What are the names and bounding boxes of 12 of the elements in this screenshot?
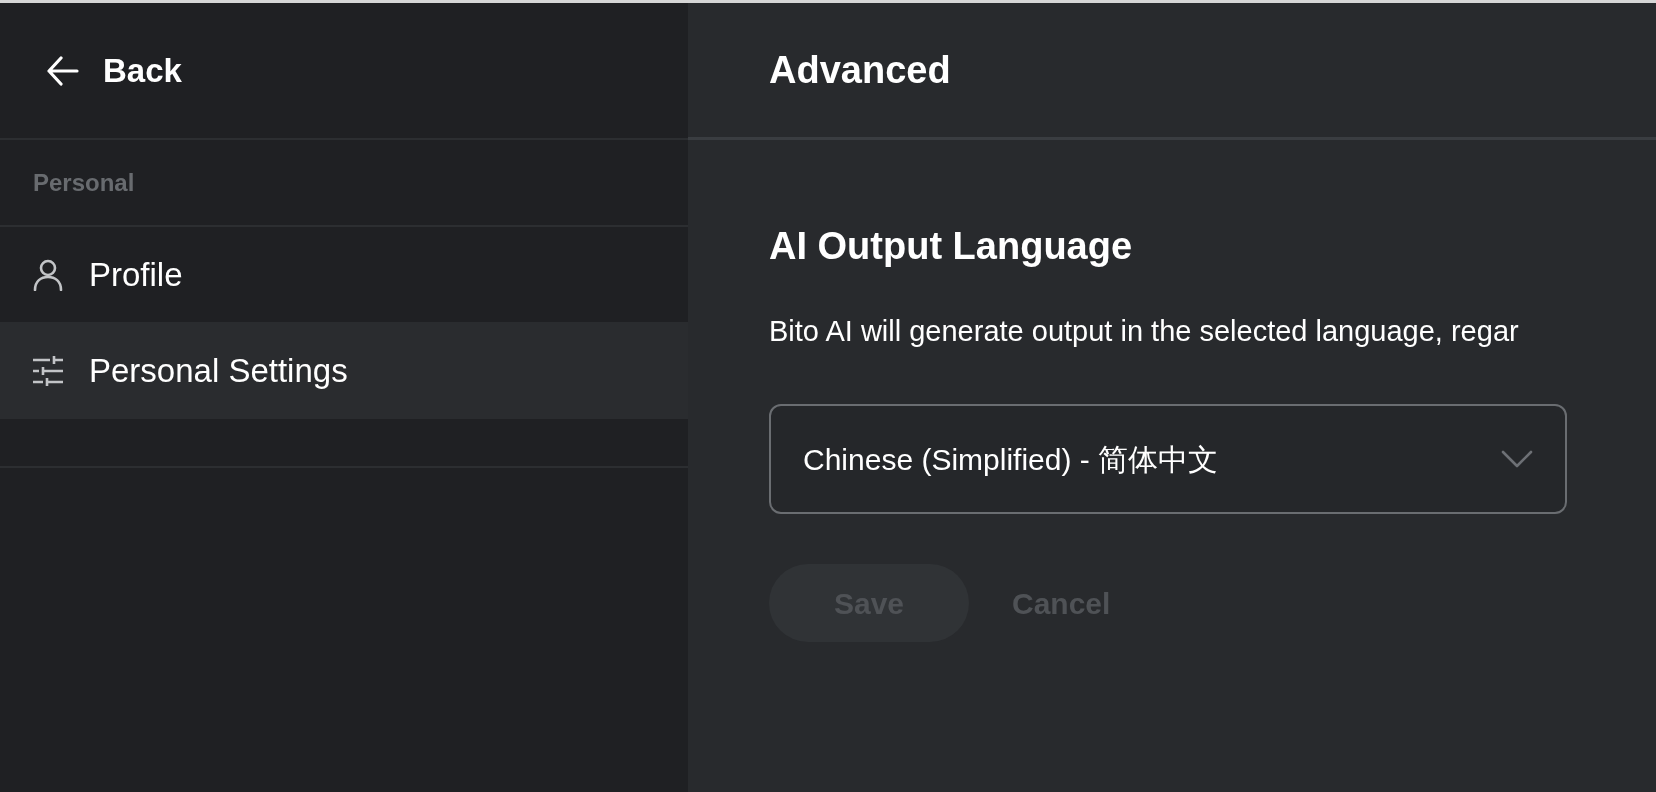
sidebar-item[interactable]: Personal Settings [0,322,688,419]
arrow-left-icon [47,55,79,86]
language-dropdown[interactable]: Chinese (Simplified) - 简体中文 [769,404,1567,514]
page-title: Advanced [769,47,951,93]
sidebar-item[interactable]: Profile [0,227,688,322]
back-button[interactable]: Back [47,45,182,96]
person-icon [33,258,63,291]
section-label: Personal [33,167,135,198]
section-heading: AI Output Language [769,224,1133,269]
sliders-icon [33,355,63,386]
section-description: Bito AI will generate output in the selected language, regar [769,314,1519,349]
chevron-down-icon [1501,450,1533,468]
